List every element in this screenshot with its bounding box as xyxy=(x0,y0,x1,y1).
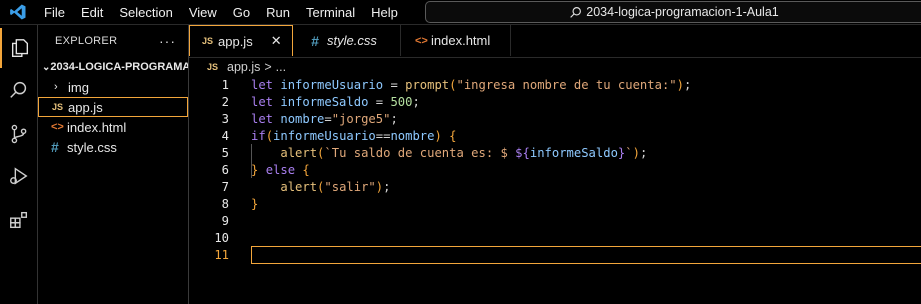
line-number: 5 xyxy=(221,145,229,160)
more-actions-icon[interactable]: ··· xyxy=(159,33,176,49)
breadcrumb-separator: > xyxy=(264,60,272,74)
explorer-sidebar: EXPLORER ··· ⌄ 2034-LOGICA-PROGRAMA... ›… xyxy=(38,25,189,304)
code-line: 5 alert(`Tu saldo de cuenta es: $ ${info… xyxy=(189,144,921,161)
tree-item-index-html[interactable]: <> index.html xyxy=(38,117,188,137)
code-text: alert("salir"); xyxy=(280,179,391,194)
line-number: 7 xyxy=(221,179,229,194)
menu-run[interactable]: Run xyxy=(258,5,298,20)
tree-item-img[interactable]: › img xyxy=(38,77,188,97)
vscode-logo-icon xyxy=(0,0,36,24)
code-text: } else { xyxy=(251,162,310,177)
menu-bar: File Edit Selection View Go Run Terminal… xyxy=(36,0,406,24)
menu-help[interactable]: Help xyxy=(363,5,406,20)
code-line: 4 if(informeUsuario==nombre) { xyxy=(189,127,921,144)
project-folder[interactable]: ⌄ 2034-LOGICA-PROGRAMA... xyxy=(38,57,188,77)
menu-go[interactable]: Go xyxy=(225,5,258,20)
line-number: 10 xyxy=(214,230,229,245)
tree-item-label: index.html xyxy=(67,119,127,135)
line-number: 8 xyxy=(221,196,229,211)
menu-view[interactable]: View xyxy=(181,5,225,20)
source-control-icon[interactable] xyxy=(0,114,37,154)
editor-tabs: JS app.js ✕ # style.css <> index.html xyxy=(189,25,921,58)
code-line: 3 let nombre="jorge5"; xyxy=(189,110,921,127)
tree-item-app-js[interactable]: JS app.js xyxy=(38,97,188,117)
folder-label: 2034-LOGICA-PROGRAMA... xyxy=(50,61,188,73)
code-editor[interactable]: 1 let informeUsuario = prompt("ingresa n… xyxy=(189,76,921,304)
explorer-title: EXPLORER xyxy=(55,35,118,47)
breadcrumb: JS app.js > ... xyxy=(207,58,286,76)
tab-app-js[interactable]: JS app.js ✕ xyxy=(189,25,293,56)
code-line: 1 let informeUsuario = prompt("ingresa n… xyxy=(189,76,921,93)
breadcrumb-file[interactable]: app.js xyxy=(227,60,260,74)
tab-index-html[interactable]: <> index.html xyxy=(401,25,511,56)
tree-item-label: img xyxy=(68,79,89,95)
menu-edit[interactable]: Edit xyxy=(73,5,111,20)
breadcrumb-rest[interactable]: ... xyxy=(276,60,286,74)
css-file-icon: # xyxy=(311,32,319,49)
line-number: 1 xyxy=(221,77,229,92)
search-activity-icon[interactable] xyxy=(0,70,37,110)
code-line: 8 } xyxy=(189,195,921,212)
tab-label: index.html xyxy=(431,33,491,48)
code-text: } xyxy=(251,196,259,211)
code-line: 10 xyxy=(189,229,921,246)
extensions-icon[interactable] xyxy=(0,200,37,240)
line-number: 3 xyxy=(221,111,229,126)
code-text: alert(`Tu saldo de cuenta es: $ ${inform… xyxy=(280,145,648,160)
code-line: 11 xyxy=(189,246,921,263)
line-number: 4 xyxy=(221,128,229,143)
line-number: 9 xyxy=(221,213,229,228)
code-line: 2 let informeSaldo = 500; xyxy=(189,93,921,110)
menu-file[interactable]: File xyxy=(36,5,73,20)
run-debug-icon[interactable] xyxy=(0,156,37,196)
tree-item-label: app.js xyxy=(68,99,103,115)
html-file-icon: <> xyxy=(415,34,428,47)
tree-item-label: style.css xyxy=(67,139,117,155)
title-bar: File Edit Selection View Go Run Terminal… xyxy=(0,0,921,25)
tree-item-style-css[interactable]: # style.css xyxy=(38,137,188,157)
code-text: let informeUsuario = prompt("ingresa nom… xyxy=(251,77,692,92)
js-file-icon: JS xyxy=(52,102,64,112)
menu-selection[interactable]: Selection xyxy=(111,5,180,20)
chevron-right-icon: › xyxy=(54,81,58,93)
menu-terminal[interactable]: Terminal xyxy=(298,5,363,20)
js-file-icon: JS xyxy=(207,62,219,72)
tab-label: style.css xyxy=(327,33,377,48)
command-center-label: 2034-logica-programacion-1-Aula1 xyxy=(586,5,779,19)
code-text: let informeSaldo = 500; xyxy=(251,94,420,109)
activity-bar xyxy=(0,25,38,304)
chevron-down-icon: ⌄ xyxy=(42,61,51,73)
code-text: let nombre="jorge5"; xyxy=(251,111,398,126)
close-icon[interactable]: ✕ xyxy=(271,33,282,49)
search-icon xyxy=(570,6,582,18)
explorer-icon[interactable] xyxy=(0,28,37,68)
code-line: 7 alert("salir"); xyxy=(189,178,921,195)
line-number-current: 11 xyxy=(214,247,229,262)
css-file-icon: # xyxy=(51,139,59,155)
command-center-search[interactable]: 2034-logica-programacion-1-Aula1 xyxy=(425,1,921,23)
line-number: 6 xyxy=(221,162,229,177)
line-number: 2 xyxy=(221,94,229,109)
js-file-icon: JS xyxy=(202,36,214,46)
code-text: if(informeUsuario==nombre) { xyxy=(251,128,457,143)
code-line: 6 } else { xyxy=(189,161,921,178)
tab-style-css[interactable]: # style.css xyxy=(293,25,401,56)
tab-label: app.js xyxy=(218,33,253,49)
explorer-header: EXPLORER ··· xyxy=(38,25,188,57)
code-line: 9 xyxy=(189,212,921,229)
html-file-icon: <> xyxy=(51,121,64,133)
